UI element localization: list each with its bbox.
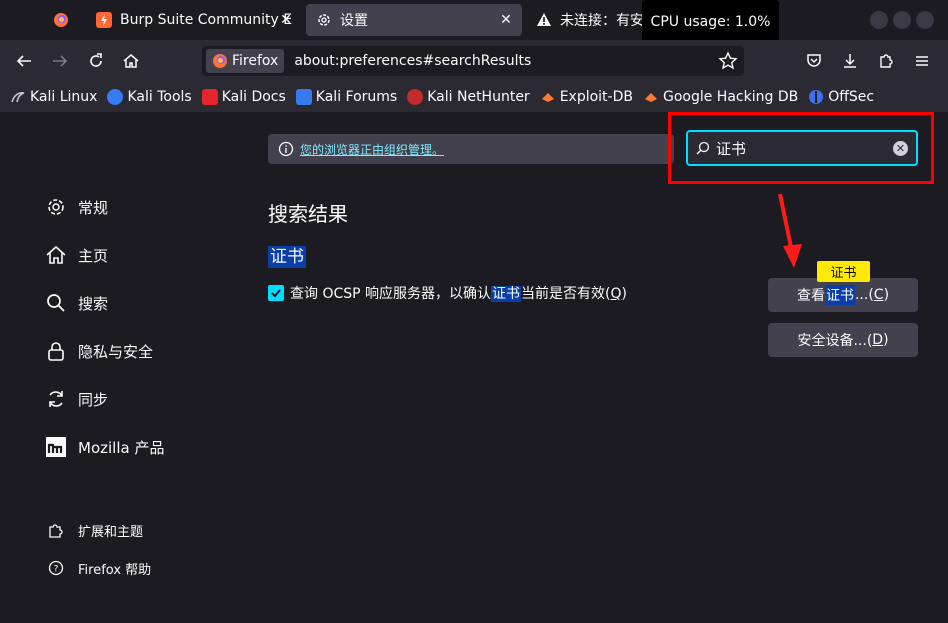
search-icon xyxy=(696,141,710,155)
home-icon xyxy=(123,54,139,68)
close-window-button[interactable] xyxy=(916,11,934,29)
nethunter-icon xyxy=(407,89,424,105)
bookmark-star-icon[interactable] xyxy=(718,51,738,71)
bookmark-google-hacking-db[interactable]: Google Hacking DB xyxy=(643,89,798,105)
help-icon: ? xyxy=(47,559,65,577)
tab-not-connected[interactable]: 未连接：有安全 xyxy=(526,4,646,36)
bookmark-kali-nethunter[interactable]: Kali NetHunter xyxy=(407,89,530,105)
sidebar-item-general[interactable]: 常规 xyxy=(44,192,244,222)
sidebar-item-sync[interactable]: 同步 xyxy=(44,384,244,414)
pocket-icon xyxy=(807,54,821,67)
section-title-certificates: 证书 xyxy=(268,246,306,268)
tab-label: Burp Suite Community E xyxy=(120,12,293,28)
extensions-button[interactable] xyxy=(874,49,898,73)
tab-label: 未连接：有安全 xyxy=(560,13,646,29)
gear-icon xyxy=(44,195,68,219)
forward-button[interactable] xyxy=(48,49,72,73)
url-text[interactable]: about:preferences#searchResults xyxy=(294,53,531,69)
downloads-button[interactable] xyxy=(838,49,862,73)
bookmark-kali-forums[interactable]: Kali Forums xyxy=(295,89,397,105)
tab-strip: Burp Suite Community E ✕ 设置 ✕ 未连接：有安全 CP… xyxy=(0,0,948,44)
ocsp-checkbox[interactable] xyxy=(268,285,284,301)
sidebar-item-firefox-help[interactable]: ? Firefox 帮助 xyxy=(44,553,244,583)
bookmark-kali-docs[interactable]: Kali Docs xyxy=(201,89,286,105)
kali-dragon-icon xyxy=(10,89,26,105)
pocket-button[interactable] xyxy=(802,49,826,73)
exploit-db-icon xyxy=(540,89,556,105)
policies-link[interactable]: 您的浏览器正由组织管理。 xyxy=(300,141,444,158)
tab-label: 设置 xyxy=(340,13,368,29)
menu-button[interactable] xyxy=(910,49,934,73)
info-icon xyxy=(278,141,294,157)
sidebar-item-extensions-themes[interactable]: 扩展和主题 xyxy=(44,515,244,545)
ghdb-icon xyxy=(643,89,659,105)
bookmark-exploit-db[interactable]: Exploit-DB xyxy=(540,89,633,105)
clear-search-icon[interactable]: ✕ xyxy=(893,141,908,156)
minimize-button[interactable] xyxy=(870,11,888,29)
home-button[interactable] xyxy=(119,49,143,73)
bookmark-kali-tools[interactable]: Kali Tools xyxy=(107,89,192,105)
cpu-usage-tooltip: CPU usage: 1.0% xyxy=(642,0,779,44)
sidebar-item-home[interactable]: 主页 xyxy=(44,240,244,270)
warning-icon xyxy=(536,12,552,28)
gear-icon xyxy=(316,12,332,28)
annotation-arrow xyxy=(778,193,802,268)
reload-icon xyxy=(90,53,102,67)
kali-forums-icon xyxy=(295,89,312,105)
hamburger-menu-icon xyxy=(916,56,928,66)
bookmarks-toolbar: Kali Linux Kali Tools Kali Docs Kali For… xyxy=(0,82,948,112)
sync-icon xyxy=(44,387,68,411)
preferences-search-box[interactable]: ✕ xyxy=(686,130,918,166)
back-button[interactable] xyxy=(12,49,36,73)
lock-icon xyxy=(44,339,68,363)
identity-label: Firefox xyxy=(232,53,279,69)
svg-text:?: ? xyxy=(54,565,59,575)
tab-burp-suite[interactable]: Burp Suite Community E ✕ xyxy=(86,4,302,36)
arrow-right-icon xyxy=(53,55,68,67)
checkmark-icon xyxy=(271,289,281,298)
page-title: 搜索结果 xyxy=(268,202,348,226)
policies-notice: 您的浏览器正由组织管理。 xyxy=(268,134,674,164)
puzzle-icon xyxy=(47,521,65,539)
reload-button[interactable] xyxy=(84,49,108,73)
sidebar-item-privacy[interactable]: 隐私与安全 xyxy=(44,336,244,366)
puzzle-icon xyxy=(880,54,893,68)
close-icon[interactable]: ✕ xyxy=(498,12,514,28)
sidebar-item-mozilla-products[interactable]: Mozilla 产品 xyxy=(44,432,244,462)
offsec-icon xyxy=(808,89,824,105)
kali-docs-icon xyxy=(201,89,218,105)
preferences-content: 您的浏览器正由组织管理。 ✕ 常规 主页 搜索 隐私与安全 同步 xyxy=(0,112,948,623)
ocsp-checkbox-row[interactable]: 查询 OCSP 响应服务器，以确认证书当前是否有效(Q) xyxy=(268,283,627,303)
burp-logo-icon xyxy=(96,12,112,28)
view-certificates-button[interactable]: 查看 证书 ...(C) xyxy=(768,278,918,312)
tab-settings[interactable]: 设置 ✕ xyxy=(306,4,522,36)
firefox-logo-icon xyxy=(213,54,227,68)
bookmark-kali-linux[interactable]: Kali Linux xyxy=(10,89,97,105)
search-input[interactable] xyxy=(716,139,886,157)
firefox-view-tab[interactable] xyxy=(44,4,78,36)
kali-tools-icon xyxy=(107,89,124,105)
maximize-button[interactable] xyxy=(893,11,911,29)
security-devices-button[interactable]: 安全设备...(D) xyxy=(768,323,918,357)
firefox-logo-icon xyxy=(53,12,69,28)
close-icon[interactable]: ✕ xyxy=(278,12,294,28)
download-icon xyxy=(844,54,856,68)
ocsp-label: 查询 OCSP 响应服务器，以确认证书当前是否有效(Q) xyxy=(290,286,627,302)
arrow-left-icon xyxy=(16,55,31,67)
search-icon xyxy=(44,291,68,315)
home-icon xyxy=(44,243,68,267)
mozilla-m-icon xyxy=(44,435,68,459)
identity-box[interactable]: Firefox xyxy=(206,49,285,73)
bookmark-offsec[interactable]: OffSec xyxy=(808,89,874,105)
url-bar[interactable]: Firefox about:preferences#searchResults xyxy=(202,46,744,76)
sidebar-item-search[interactable]: 搜索 xyxy=(44,288,244,318)
search-match-tooltip: 证书 xyxy=(817,261,870,282)
